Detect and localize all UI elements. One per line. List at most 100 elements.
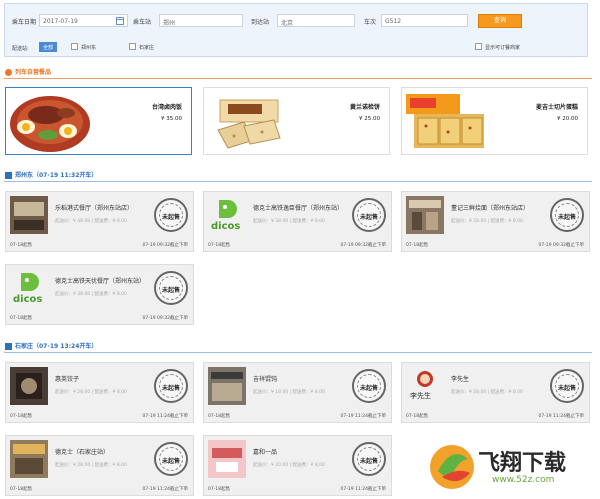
station-section-text: 石家庄（07-19 13:24开车） xyxy=(15,343,98,350)
orderable-only-checkbox[interactable] xyxy=(475,43,482,50)
query-button[interactable]: 查询 xyxy=(478,14,522,28)
restaurant-name: 惠英饺子 xyxy=(55,376,80,383)
li-xiansheng-logo-icon: 李先生 xyxy=(406,367,444,405)
restaurant-card[interactable]: 李先生 李先生 起送价：¥ 28.00 | 配送费：¥ 8.00 未起售 07-… xyxy=(401,362,590,423)
featured-item-name: 黄兰诺检饼 xyxy=(349,104,380,111)
restaurant-card[interactable]: 吉祥馄饨 起送价：¥ 18.00 | 配送费：¥ 8.00 未起售 07-18起… xyxy=(203,362,392,423)
order-deadline: 07-19 11:24截止下单 xyxy=(142,414,188,419)
restaurant-image xyxy=(406,196,444,234)
order-deadline: 07-19 09:32截止下单 xyxy=(142,243,188,248)
featured-item-price: ¥ 25.00 xyxy=(359,116,380,122)
stamp-text: 未起售 xyxy=(557,385,576,392)
delivery-label: 配送站: xyxy=(12,46,29,52)
order-deadline: 07-19 09:32截止下单 xyxy=(538,243,584,248)
from-station-label: 乘车站 xyxy=(133,19,152,26)
restaurant-name: 董记三鲜烩面（郑州东站店） xyxy=(451,205,530,212)
restaurant-card[interactable]: 德克士（石家庄站） 起送价：¥ 28.00 | 配送费：¥ 8.00 未起售 0… xyxy=(5,435,194,496)
to-station-value: 北京 xyxy=(281,20,294,27)
date-input[interactable]: 2017-07-19 xyxy=(39,14,128,27)
restaurant-name: 德克士（石家庄站） xyxy=(55,449,110,456)
stamp-text: 未起售 xyxy=(161,458,180,465)
not-on-sale-stamp-icon: 未起售 xyxy=(154,442,188,476)
calendar-icon[interactable] xyxy=(116,17,124,25)
to-station-label: 到达站 xyxy=(251,19,270,26)
featured-item-name: 麦吉士切片蛋糕 xyxy=(535,104,578,111)
featured-item-rice[interactable]: 台湾卤肉饭 ¥ 35.00 xyxy=(5,87,192,155)
restaurant-name: 乐稻港式餐厅（郑州东站店） xyxy=(55,205,134,212)
restaurant-name: 吉祥馄饨 xyxy=(253,376,278,383)
restaurant-name: 嘉和一品 xyxy=(253,449,278,456)
restaurant-card[interactable]: 惠英饺子 起送价：¥ 28.00 | 配送费：¥ 8.00 未起售 07-18起… xyxy=(5,362,194,423)
stamp-text: 未起售 xyxy=(161,385,180,392)
stamp-text: 未起售 xyxy=(557,214,576,221)
stamp-text: 未起售 xyxy=(161,214,180,221)
restaurant-card[interactable]: 董记三鲜烩面（郑州东站店） 起送价：¥ 28.00 | 配送费：¥ 8.00 未… xyxy=(401,191,590,252)
order-deadline: 07-19 11:24截止下单 xyxy=(142,487,188,492)
order-deadline: 07-19 09:32截止下单 xyxy=(340,243,386,248)
restaurant-card[interactable]: 嘉和一品 起送价：¥ 20.00 | 配送费：¥ 8.00 未起售 07-18起… xyxy=(203,435,392,496)
dicos-logo-icon: dicos xyxy=(10,269,48,307)
featured-title-text: 列车自营餐品 xyxy=(15,69,52,76)
date-label: 乘车日期 xyxy=(12,19,37,26)
to-station-input[interactable]: 北京 xyxy=(277,14,355,27)
dicos-logo-icon: dicos xyxy=(208,196,246,234)
restaurant-card[interactable]: dicos 德克士高铁逸臣餐厅（郑州东站） 起送价：¥ 38.00 | 配送费：… xyxy=(203,191,392,252)
station-divider xyxy=(4,352,592,353)
not-on-sale-stamp-icon: 未起售 xyxy=(352,442,386,476)
sale-start: 07-18起售 xyxy=(406,243,429,248)
not-on-sale-stamp-icon: 未起售 xyxy=(352,369,386,403)
not-on-sale-stamp-icon: 未起售 xyxy=(352,198,386,232)
restaurant-fee: 起送价：¥ 28.00 | 配送费：¥ 8.00 xyxy=(55,463,127,468)
restaurant-fee: 起送价：¥ 28.00 | 配送费：¥ 8.00 xyxy=(55,390,127,395)
station-label-shijiazhuang[interactable]: 石家庄 xyxy=(139,44,154,51)
sale-start: 07-18起售 xyxy=(406,414,429,419)
sale-start: 07-18起售 xyxy=(208,414,231,419)
order-deadline: 07-19 11:24截止下单 xyxy=(340,414,386,419)
train-input[interactable]: G512 xyxy=(381,14,468,27)
featured-item-price: ¥ 35.00 xyxy=(161,116,182,122)
sliced-cake-image xyxy=(406,94,484,148)
restaurant-image xyxy=(10,196,48,234)
station-section-text: 郑州东（07-19 11:32开车） xyxy=(15,172,98,179)
restaurant-fee: 起送价：¥ 28.00 | 配送费：¥ 8.00 xyxy=(451,390,523,395)
order-deadline: 07-19 11:24截止下单 xyxy=(538,414,584,419)
restaurant-image xyxy=(10,440,48,478)
li-xiansheng-logo-text: 李先生 xyxy=(410,391,431,400)
restaurant-fee: 起送价：¥ 38.00 | 配送费：¥ 8.00 xyxy=(253,219,325,224)
restaurant-fee: 起送价：¥ 18.00 | 配送费：¥ 8.00 xyxy=(253,390,325,395)
not-on-sale-stamp-icon: 未起售 xyxy=(550,369,584,403)
station-label-zhengzhoudong[interactable]: 郑州东 xyxy=(81,44,96,51)
sale-start: 07-18起售 xyxy=(208,487,231,492)
featured-item-cookie[interactable]: 黄兰诺检饼 ¥ 25.00 xyxy=(203,87,390,155)
stamp-text: 未起售 xyxy=(359,385,378,392)
station-checkbox-zhengzhoudong[interactable] xyxy=(71,43,78,50)
not-on-sale-stamp-icon: 未起售 xyxy=(550,198,584,232)
watermark-brand: 飞翔下载 xyxy=(478,451,567,476)
restaurant-fee: 起送价：¥ 20.00 | 配送费：¥ 8.00 xyxy=(253,463,325,468)
restaurant-name: 李先生 xyxy=(451,376,470,383)
station-icon xyxy=(5,343,12,350)
sale-start: 07-18起售 xyxy=(10,487,33,492)
not-on-sale-stamp-icon: 未起售 xyxy=(154,198,188,232)
station-divider xyxy=(4,181,592,182)
featured-item-cake[interactable]: 麦吉士切片蛋糕 ¥ 20.00 xyxy=(401,87,588,155)
cookie-box-image xyxy=(217,99,281,149)
from-station-value: 郑州 xyxy=(163,20,176,27)
not-on-sale-stamp-icon: 未起售 xyxy=(154,369,188,403)
restaurant-card[interactable]: dicos 德克士高铁天优餐厅（郑州东站） 起送价：¥ 38.00 | 配送费：… xyxy=(5,264,194,325)
station-checkbox-shijiazhuang[interactable] xyxy=(129,43,136,50)
from-station-input[interactable]: 郑州 xyxy=(159,14,243,27)
featured-item-price: ¥ 20.00 xyxy=(557,116,578,122)
sale-start: 07-18起售 xyxy=(10,243,33,248)
train-value: G512 xyxy=(385,18,402,25)
station-filter-all[interactable]: 全部 xyxy=(39,42,58,52)
not-on-sale-stamp-icon: 未起售 xyxy=(154,271,188,305)
restaurant-fee: 起送价：¥ 48.00 | 配送费：¥ 8.00 xyxy=(55,219,127,224)
watermark-logo: 飞翔下载 www.52z.com xyxy=(428,441,598,497)
braised-pork-rice-image xyxy=(10,96,90,152)
restaurant-card[interactable]: 乐稻港式餐厅（郑州东站店） 起送价：¥ 48.00 | 配送费：¥ 8.00 未… xyxy=(5,191,194,252)
restaurant-name: 德克士高铁逸臣餐厅（郑州东站） xyxy=(253,205,344,212)
restaurant-image xyxy=(10,367,48,405)
orderable-only-label[interactable]: 显示可订餐商家 xyxy=(485,44,520,51)
restaurant-fee: 起送价：¥ 28.00 | 配送费：¥ 8.00 xyxy=(451,219,523,224)
